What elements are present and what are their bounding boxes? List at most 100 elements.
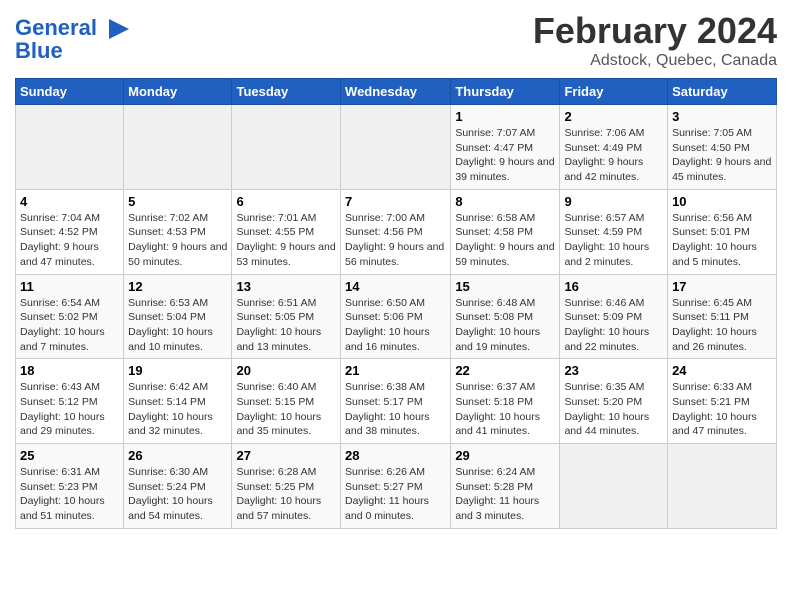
calendar-cell: 27 Sunrise: 6:28 AMSunset: 5:25 PMDayligh… (232, 444, 341, 529)
calendar-cell: 19 Sunrise: 6:42 AMSunset: 5:14 PMDayligh… (124, 359, 232, 444)
weekday-header-sunday: Sunday (16, 79, 124, 105)
calendar-cell: 14 Sunrise: 6:50 AMSunset: 5:06 PMDayligh… (341, 274, 451, 359)
calendar-body: 1Sunrise: 7:07 AMSunset: 4:47 PMDaylight… (16, 105, 777, 529)
day-info: Sunrise: 6:51 AMSunset: 5:05 PMDaylight:… (236, 296, 336, 355)
day-info: Sunrise: 7:00 AMSunset: 4:56 PMDaylight:… (345, 211, 446, 270)
day-number: 20 (236, 363, 336, 378)
day-number: 26 (128, 448, 227, 463)
calendar-cell: 24 Sunrise: 6:33 AMSunset: 5:21 PMDayligh… (668, 359, 777, 444)
day-info: Sunrise: 6:53 AMSunset: 5:04 PMDaylight:… (128, 296, 227, 355)
calendar-cell (668, 444, 777, 529)
day-number: 18 (20, 363, 119, 378)
day-info: Sunrise: 6:33 AMSunset: 5:21 PMDaylight:… (672, 380, 772, 439)
day-info: Sunrise: 6:42 AMSunset: 5:14 PMDaylight:… (128, 380, 227, 439)
day-info: Sunrise: 7:07 AMSunset: 4:47 PMDaylight:… (455, 126, 555, 185)
day-number: 3 (672, 109, 772, 124)
day-info: Sunrise: 6:38 AMSunset: 5:17 PMDaylight:… (345, 380, 446, 439)
day-info: Sunrise: 6:54 AMSunset: 5:02 PMDaylight:… (20, 296, 119, 355)
calendar-cell (124, 105, 232, 190)
day-info: Sunrise: 6:50 AMSunset: 5:06 PMDaylight:… (345, 296, 446, 355)
calendar-header: SundayMondayTuesdayWednesdayThursdayFrid… (16, 79, 777, 105)
day-number: 27 (236, 448, 336, 463)
calendar-week-3: 18 Sunrise: 6:43 AMSunset: 5:12 PMDayligh… (16, 359, 777, 444)
logo-icon (105, 15, 133, 43)
calendar-cell: 25 Sunrise: 6:31 AMSunset: 5:23 PMDayligh… (16, 444, 124, 529)
calendar-cell: 29 Sunrise: 6:24 AMSunset: 5:28 PMDayligh… (451, 444, 560, 529)
calendar-cell: 5Sunrise: 7:02 AMSunset: 4:53 PMDaylight… (124, 189, 232, 274)
day-info: Sunrise: 6:43 AMSunset: 5:12 PMDaylight:… (20, 380, 119, 439)
calendar-cell (560, 444, 668, 529)
day-number: 7 (345, 194, 446, 209)
calendar-cell: 28Sunrise: 6:26 AMSunset: 5:27 PMDayligh… (341, 444, 451, 529)
calendar-week-1: 4 Sunrise: 7:04 AMSunset: 4:52 PMDaylight… (16, 189, 777, 274)
calendar-cell: 4 Sunrise: 7:04 AMSunset: 4:52 PMDaylight… (16, 189, 124, 274)
calendar-cell: 16 Sunrise: 6:46 AMSunset: 5:09 PMDayligh… (560, 274, 668, 359)
calendar-cell: 12 Sunrise: 6:53 AMSunset: 5:04 PMDayligh… (124, 274, 232, 359)
calendar-week-2: 11 Sunrise: 6:54 AMSunset: 5:02 PMDayligh… (16, 274, 777, 359)
calendar-cell: 11 Sunrise: 6:54 AMSunset: 5:02 PMDayligh… (16, 274, 124, 359)
calendar-week-4: 25 Sunrise: 6:31 AMSunset: 5:23 PMDayligh… (16, 444, 777, 529)
title-block: February 2024 Adstock, Quebec, Canada (533, 10, 777, 70)
day-info: Sunrise: 6:24 AMSunset: 5:28 PMDaylight:… (455, 465, 555, 524)
day-number: 25 (20, 448, 119, 463)
day-number: 8 (455, 194, 555, 209)
day-info: Sunrise: 6:35 AMSunset: 5:20 PMDaylight:… (564, 380, 663, 439)
calendar-cell (232, 105, 341, 190)
day-info: Sunrise: 6:46 AMSunset: 5:09 PMDaylight:… (564, 296, 663, 355)
calendar-cell: 17Sunrise: 6:45 AMSunset: 5:11 PMDayligh… (668, 274, 777, 359)
day-number: 15 (455, 279, 555, 294)
day-number: 16 (564, 279, 663, 294)
calendar-cell: 22 Sunrise: 6:37 AMSunset: 5:18 PMDayligh… (451, 359, 560, 444)
day-info: Sunrise: 7:01 AMSunset: 4:55 PMDaylight:… (236, 211, 336, 270)
calendar-cell (341, 105, 451, 190)
header: General Blue February 2024 Adstock, Queb… (15, 10, 777, 70)
day-number: 21 (345, 363, 446, 378)
day-number: 29 (455, 448, 555, 463)
day-info: Sunrise: 6:56 AMSunset: 5:01 PMDaylight:… (672, 211, 772, 270)
day-number: 5 (128, 194, 227, 209)
day-info: Sunrise: 6:28 AMSunset: 5:25 PMDaylight:… (236, 465, 336, 524)
weekday-header-wednesday: Wednesday (341, 79, 451, 105)
day-number: 6 (236, 194, 336, 209)
day-number: 24 (672, 363, 772, 378)
calendar-cell: 6 Sunrise: 7:01 AMSunset: 4:55 PMDaylight… (232, 189, 341, 274)
day-info: Sunrise: 6:58 AMSunset: 4:58 PMDaylight:… (455, 211, 555, 270)
day-info: Sunrise: 7:06 AMSunset: 4:49 PMDaylight:… (564, 126, 663, 185)
calendar-table: SundayMondayTuesdayWednesdayThursdayFrid… (15, 78, 777, 529)
day-number: 19 (128, 363, 227, 378)
day-number: 17 (672, 279, 772, 294)
calendar-cell: 7 Sunrise: 7:00 AMSunset: 4:56 PMDaylight… (341, 189, 451, 274)
calendar-cell: 20 Sunrise: 6:40 AMSunset: 5:15 PMDayligh… (232, 359, 341, 444)
weekday-header-saturday: Saturday (668, 79, 777, 105)
calendar-cell: 8 Sunrise: 6:58 AMSunset: 4:58 PMDaylight… (451, 189, 560, 274)
calendar-cell: 2 Sunrise: 7:06 AMSunset: 4:49 PMDaylight… (560, 105, 668, 190)
day-number: 12 (128, 279, 227, 294)
calendar-cell: 23Sunrise: 6:35 AMSunset: 5:20 PMDayligh… (560, 359, 668, 444)
day-number: 11 (20, 279, 119, 294)
calendar-cell: 13 Sunrise: 6:51 AMSunset: 5:05 PMDayligh… (232, 274, 341, 359)
day-info: Sunrise: 6:26 AMSunset: 5:27 PMDaylight:… (345, 465, 446, 524)
weekday-header-monday: Monday (124, 79, 232, 105)
weekday-header-friday: Friday (560, 79, 668, 105)
day-number: 9 (564, 194, 663, 209)
calendar-cell: 1Sunrise: 7:07 AMSunset: 4:47 PMDaylight… (451, 105, 560, 190)
day-info: Sunrise: 6:48 AMSunset: 5:08 PMDaylight:… (455, 296, 555, 355)
day-number: 14 (345, 279, 446, 294)
day-number: 4 (20, 194, 119, 209)
weekday-header-thursday: Thursday (451, 79, 560, 105)
day-number: 22 (455, 363, 555, 378)
day-number: 13 (236, 279, 336, 294)
calendar-cell: 3Sunrise: 7:05 AMSunset: 4:50 PMDaylight… (668, 105, 777, 190)
subtitle: Adstock, Quebec, Canada (533, 52, 777, 70)
weekday-header-tuesday: Tuesday (232, 79, 341, 105)
day-number: 2 (564, 109, 663, 124)
calendar-cell: 26Sunrise: 6:30 AMSunset: 5:24 PMDayligh… (124, 444, 232, 529)
calendar-week-0: 1Sunrise: 7:07 AMSunset: 4:47 PMDaylight… (16, 105, 777, 190)
day-info: Sunrise: 7:04 AMSunset: 4:52 PMDaylight:… (20, 211, 119, 270)
calendar-cell: 10Sunrise: 6:56 AMSunset: 5:01 PMDayligh… (668, 189, 777, 274)
day-info: Sunrise: 6:40 AMSunset: 5:15 PMDaylight:… (236, 380, 336, 439)
day-info: Sunrise: 6:37 AMSunset: 5:18 PMDaylight:… (455, 380, 555, 439)
day-info: Sunrise: 6:57 AMSunset: 4:59 PMDaylight:… (564, 211, 663, 270)
calendar-cell (16, 105, 124, 190)
day-info: Sunrise: 6:31 AMSunset: 5:23 PMDaylight:… (20, 465, 119, 524)
